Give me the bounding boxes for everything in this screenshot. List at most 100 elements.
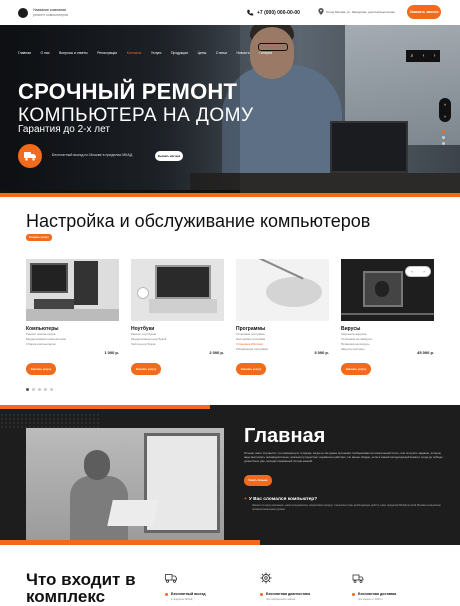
phone-link[interactable]: +7 (000) 000-00-00 (246, 9, 300, 17)
delivery-icon (352, 574, 364, 583)
nav-item[interactable]: Услуги (151, 51, 161, 55)
slide-dot[interactable] (442, 136, 445, 139)
services-badge[interactable]: Создать услугу (26, 234, 52, 241)
service-price: 1 000 р. (104, 350, 119, 355)
feature-item: Бесплатная диагностика при оформлении за… (260, 572, 346, 601)
hero-free-visit: Бесплатный выезд по Москве в пределах МК… (52, 153, 133, 157)
chevron-up-icon[interactable]: ˄ (444, 102, 446, 107)
photo-man-head (84, 450, 110, 480)
nav-item[interactable]: Регистрация (97, 51, 117, 55)
service-card: Ноутбуки Ремонт ноутбуков Модернизация но… (131, 259, 224, 375)
service-card: Компьютеры Ремонт компьютеров Модернизаци… (26, 259, 119, 375)
service-feature: Сборка компьютеров (26, 342, 56, 346)
truck-icon (165, 574, 177, 583)
feature-name: Бесплатная диагностика (260, 592, 346, 596)
service-card: Программы Установка программ Настройка пр… (236, 259, 329, 375)
order-service-button[interactable]: Заказать услугу (131, 363, 161, 375)
order-service-button[interactable]: Заказать услугу (236, 363, 266, 375)
truck-icon (24, 152, 36, 161)
about-section: Главная Отныне часто случается, что комп… (0, 405, 460, 545)
main-nav: Главная О нас Вопросы и ответы Регистрация К… (18, 51, 282, 55)
included-title-line2: комплекс (26, 587, 106, 606)
service-feature: Чистка ноутбуков (131, 342, 156, 346)
nav-item[interactable]: Новости (236, 51, 249, 55)
phone-icon (247, 9, 254, 16)
slide-dot[interactable] (26, 388, 29, 391)
about-title: Главная (244, 425, 326, 447)
slide-dot[interactable] (442, 130, 445, 133)
feature-item: Бесплатный выезд в пределах МКАД (165, 572, 251, 601)
faq-question-text: У Вас сломался компьютер? (248, 497, 318, 502)
gear-icon (260, 572, 272, 584)
faq-answer: Звоните в нашу компанию, наши специалист… (252, 504, 441, 511)
nav-item[interactable]: Цены (198, 51, 207, 55)
slide-dot[interactable] (44, 388, 47, 391)
hero-guarantee: Гарантия до 2-х лет (18, 124, 110, 135)
nav-item[interactable]: Продукция (171, 51, 188, 55)
hero-slider-dots (442, 130, 445, 145)
bullet-icon (165, 592, 168, 596)
feature-name-text: Бесплатная диагностика (266, 592, 311, 596)
phone-number: +7 (000) 000-00-00 (257, 10, 300, 16)
about-text: Отныне часто случается, что компьютер в … (244, 451, 443, 464)
feature-name: Бесплатный выезд (165, 592, 251, 596)
hero-title: СРОЧНЫЙ РЕМОНТ (18, 79, 238, 104)
nav-item[interactable]: Галерея (259, 51, 272, 55)
address: Город Москва, ул. Заводская, дом Компьют… (318, 8, 408, 15)
hero-slider-arrows: ˄ ˅ (439, 98, 451, 122)
slide-dot[interactable] (50, 388, 53, 391)
nav-item[interactable]: О нас (41, 51, 50, 55)
arrow-right-icon[interactable]: › (423, 269, 424, 274)
logo-name: Название компании (33, 7, 67, 12)
service-price: 2 000 р. (209, 350, 224, 355)
logo-sub: ремонт компьютеров (33, 12, 69, 17)
nav-item[interactable]: Вопросы и ответы (59, 51, 88, 55)
photo-laptop (107, 500, 159, 526)
hero-banner: Главная О нас Вопросы и ответы Регистрация К… (0, 25, 460, 195)
logo-icon[interactable] (18, 7, 28, 18)
address-text: Город Москва, ул. Заводская, дом Компьют… (326, 9, 395, 14)
service-image[interactable] (236, 259, 329, 321)
chevron-down-icon[interactable]: ˅ (444, 114, 446, 119)
feature-name-text: Бесплатный выезд (171, 592, 206, 596)
hero-stripe-accent (0, 193, 460, 197)
call-master-button[interactable]: Вызвать мастера (155, 151, 183, 161)
slide-dot[interactable] (442, 142, 445, 145)
feature-name: Бесплатная доставка (352, 592, 438, 596)
services-title: Настройка и обслуживание компьютеров (26, 211, 371, 231)
included-title-line1: Что входит в (26, 570, 136, 589)
photo-window (144, 433, 220, 533)
nav-actions: ⌕ ‹ › (406, 50, 440, 62)
service-image[interactable] (131, 259, 224, 321)
feature-name-text: Бесплатная доставка (358, 592, 397, 596)
faq-question[interactable]: + У Вас сломался компьютер? (244, 497, 317, 502)
slide-dot[interactable] (38, 388, 41, 391)
arrow-left-icon[interactable]: ‹ (411, 269, 412, 274)
service-price: 45 000 р. (417, 350, 434, 355)
nav-item[interactable]: Главная (18, 51, 31, 55)
cards-slider-dots (26, 388, 53, 391)
bullet-icon (352, 592, 355, 596)
about-stripe (0, 405, 210, 409)
location-pin-icon (318, 8, 324, 15)
delivery-truck-badge (18, 144, 42, 168)
service-image[interactable] (26, 259, 119, 321)
about-bottom-stripe (0, 540, 260, 545)
order-service-button[interactable]: Заказать услугу (341, 363, 371, 375)
search-icon[interactable]: ⌕ (411, 53, 414, 59)
about-photo (26, 428, 224, 545)
slide-dot[interactable] (32, 388, 35, 391)
bullet-icon (260, 592, 263, 596)
arrow-left-icon[interactable]: ‹ (423, 53, 425, 59)
plus-icon: + (244, 497, 247, 502)
arrow-right-icon[interactable]: › (434, 53, 436, 59)
dot-pattern (0, 413, 100, 429)
call-request-button[interactable]: Заказать звонок (407, 5, 441, 19)
cards-slider-arrows: ‹ › (405, 266, 431, 277)
nav-item[interactable]: Контакты (127, 51, 142, 55)
service-price: 3 000 р. (314, 350, 329, 355)
order-service-button[interactable]: Заказать услугу (26, 363, 56, 375)
learn-more-button[interactable]: Узнать больше (244, 475, 272, 486)
logo[interactable]: Название компании ремонт компьютеров (33, 8, 68, 18)
nav-item[interactable]: Статьи (216, 51, 227, 55)
